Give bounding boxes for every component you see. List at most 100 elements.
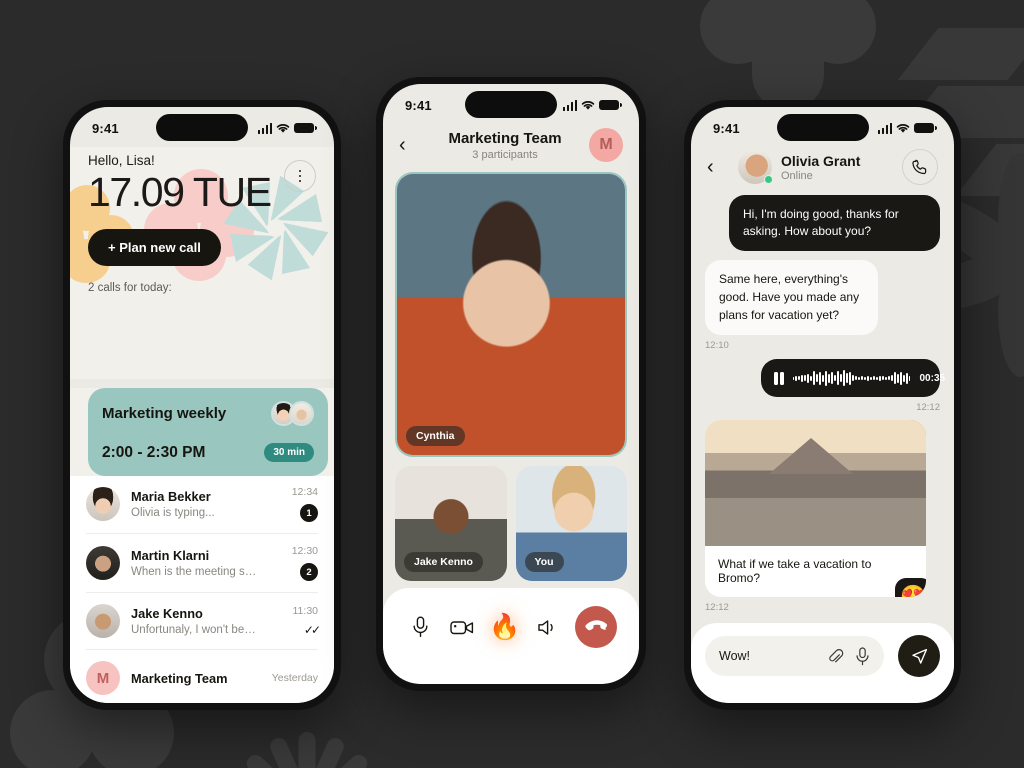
page-title: 17.09 TUE xyxy=(88,169,272,215)
avatar xyxy=(86,487,120,521)
message-timestamp: 12:12 xyxy=(916,402,940,414)
read-receipt-icon: ✓✓ xyxy=(303,623,321,637)
chat-time: 12:34 xyxy=(291,486,318,498)
chat-header: ‹ Olivia Grant Online xyxy=(691,147,954,195)
call-cards-row: Marketing weekly 2:00 - 2:30 PM 30 min R… xyxy=(70,388,334,476)
unread-badge: 1 xyxy=(300,504,318,522)
calls-today-label: 2 calls for today: xyxy=(88,282,172,295)
status-icons xyxy=(257,122,317,134)
contact-avatar[interactable] xyxy=(738,150,773,184)
unread-badge: 2 xyxy=(300,563,318,581)
message-bubble-outgoing[interactable]: Hi, I'm doing good, thanks for asking. H… xyxy=(729,195,940,252)
battery-icon xyxy=(294,122,317,134)
cellular-signal-icon xyxy=(877,122,892,134)
status-time: 9:41 xyxy=(713,120,740,136)
pause-icon[interactable] xyxy=(774,371,784,385)
list-item[interactable]: Martin Klarni When is the meeting schedu… xyxy=(86,534,318,593)
video-tile[interactable]: You xyxy=(515,466,627,581)
status-icons xyxy=(877,122,937,134)
list-item[interactable]: Maria Bekker Olivia is typing... 12:34 1 xyxy=(86,475,318,534)
group-avatar[interactable]: M xyxy=(589,128,623,162)
background-sunburst-decoration xyxy=(212,700,402,768)
message-bubble-incoming[interactable]: Same here, everything's good. Have you m… xyxy=(705,260,878,336)
list-item[interactable]: M Marketing Team Yesterday xyxy=(86,650,318,703)
hang-up-icon[interactable] xyxy=(574,606,617,648)
phone-home-screen: 9:41 Hello, Lisa! 17.09 TUE + Plan new c… xyxy=(63,100,341,710)
avatar xyxy=(289,401,314,426)
call-card[interactable]: Marketing weekly 2:00 - 2:30 PM 30 min xyxy=(88,388,328,476)
audio-waveform xyxy=(792,369,911,387)
avatar xyxy=(86,546,120,580)
main-video-tile[interactable]: Cynthia xyxy=(395,172,627,457)
microphone-icon[interactable] xyxy=(405,612,435,642)
video-camera-icon[interactable] xyxy=(447,612,477,642)
phone-chat-screen: 9:41 ‹ Olivia Grant Online Hi, I'm doing… xyxy=(684,100,961,710)
chat-time: 12:30 xyxy=(291,545,318,557)
speaker-icon[interactable] xyxy=(533,612,563,642)
status-bar: 9:41 xyxy=(70,107,334,147)
microphone-icon[interactable] xyxy=(855,646,870,666)
phone1-screen: 9:41 Hello, Lisa! 17.09 TUE + Plan new c… xyxy=(70,107,334,703)
call-card-time: 2:00 - 2:30 PM xyxy=(102,443,206,461)
video-feed xyxy=(397,174,625,455)
participant-name-label: Cynthia xyxy=(406,426,465,446)
back-chevron-icon[interactable]: ‹ xyxy=(399,135,421,155)
voice-message-bubble[interactable]: 00:35 xyxy=(761,359,945,398)
image-caption: What if we take a vacation to Bromo? xyxy=(718,557,872,586)
phone2-screen: 9:41 ‹ Marketing Team 3 participants M C… xyxy=(383,84,639,684)
dynamic-island xyxy=(776,114,869,141)
status-time: 9:41 xyxy=(405,97,432,113)
list-item[interactable]: Jake Kenno Unfortunaly, I won't be here … xyxy=(86,593,321,650)
chat-preview: When is the meeting schedu... xyxy=(131,566,257,578)
app-mockup-canvas: 9:41 Hello, Lisa! 17.09 TUE + Plan new c… xyxy=(0,0,1024,768)
greeting-text: Hello, Lisa! xyxy=(88,153,155,168)
call-header: ‹ Marketing Team 3 participants M xyxy=(383,124,639,172)
contact-status: Online xyxy=(781,169,813,182)
call-title: Marketing Team xyxy=(448,129,562,147)
plan-new-call-button[interactable]: + Plan new call xyxy=(88,229,221,267)
dynamic-island xyxy=(465,91,557,118)
duration-badge: 30 min xyxy=(264,443,314,462)
send-icon[interactable] xyxy=(898,635,940,677)
online-status-dot xyxy=(764,175,773,184)
message-timestamp: 12:10 xyxy=(705,340,729,352)
avatar xyxy=(86,604,120,638)
back-chevron-icon[interactable]: ‹ xyxy=(707,157,729,177)
chat-time: Yesterday xyxy=(271,672,318,684)
home-hero: Hello, Lisa! 17.09 TUE + Plan new call 2… xyxy=(70,147,334,379)
voice-duration: 00:35 xyxy=(919,372,946,384)
message-input[interactable]: Wow! xyxy=(719,649,816,663)
chat-preview: Unfortunaly, I won't be here t... xyxy=(131,624,257,636)
wifi-icon xyxy=(581,100,595,110)
chat-time: 11:30 xyxy=(292,605,319,617)
flame-icon[interactable]: 🔥 xyxy=(489,614,520,640)
avatar: M xyxy=(86,661,120,695)
status-bar: 9:41 xyxy=(691,107,954,147)
status-time: 9:41 xyxy=(92,120,119,136)
phone-call-icon[interactable] xyxy=(902,149,938,185)
image-message-bubble[interactable]: What if we take a vacation to Bromo? 😍 xyxy=(705,420,926,598)
participant-name-label: You xyxy=(524,552,564,572)
chat-name: Maria Bekker xyxy=(131,489,211,504)
battery-icon xyxy=(914,122,937,134)
phone3-screen: 9:41 ‹ Olivia Grant Online Hi, I'm doing… xyxy=(691,107,954,703)
status-icons xyxy=(562,99,622,111)
phone-video-call-screen: 9:41 ‹ Marketing Team 3 participants M C… xyxy=(376,77,646,691)
message-image xyxy=(705,420,926,547)
paperclip-icon[interactable] xyxy=(827,648,844,665)
participant-name-label: Jake Kenno xyxy=(404,552,483,572)
secondary-video-tiles: Jake Kenno You xyxy=(395,466,627,581)
kebab-menu-icon[interactable] xyxy=(284,160,316,192)
chat-list: Maria Bekker Olivia is typing... 12:34 1… xyxy=(86,475,321,703)
dynamic-island xyxy=(156,114,248,141)
message-composer: Wow! xyxy=(691,623,954,703)
message-timestamp: 12:12 xyxy=(705,602,729,614)
message-list: Hi, I'm doing good, thanks for asking. H… xyxy=(691,195,954,613)
cellular-signal-icon xyxy=(257,122,272,134)
participant-avatars xyxy=(271,401,314,426)
chat-preview: Olivia is typing... xyxy=(131,507,215,519)
emoji-reaction[interactable]: 😍 xyxy=(895,578,926,598)
call-card-title: Marketing weekly xyxy=(102,405,227,422)
video-tile[interactable]: Jake Kenno xyxy=(395,466,507,581)
contact-name: Olivia Grant xyxy=(781,152,861,169)
